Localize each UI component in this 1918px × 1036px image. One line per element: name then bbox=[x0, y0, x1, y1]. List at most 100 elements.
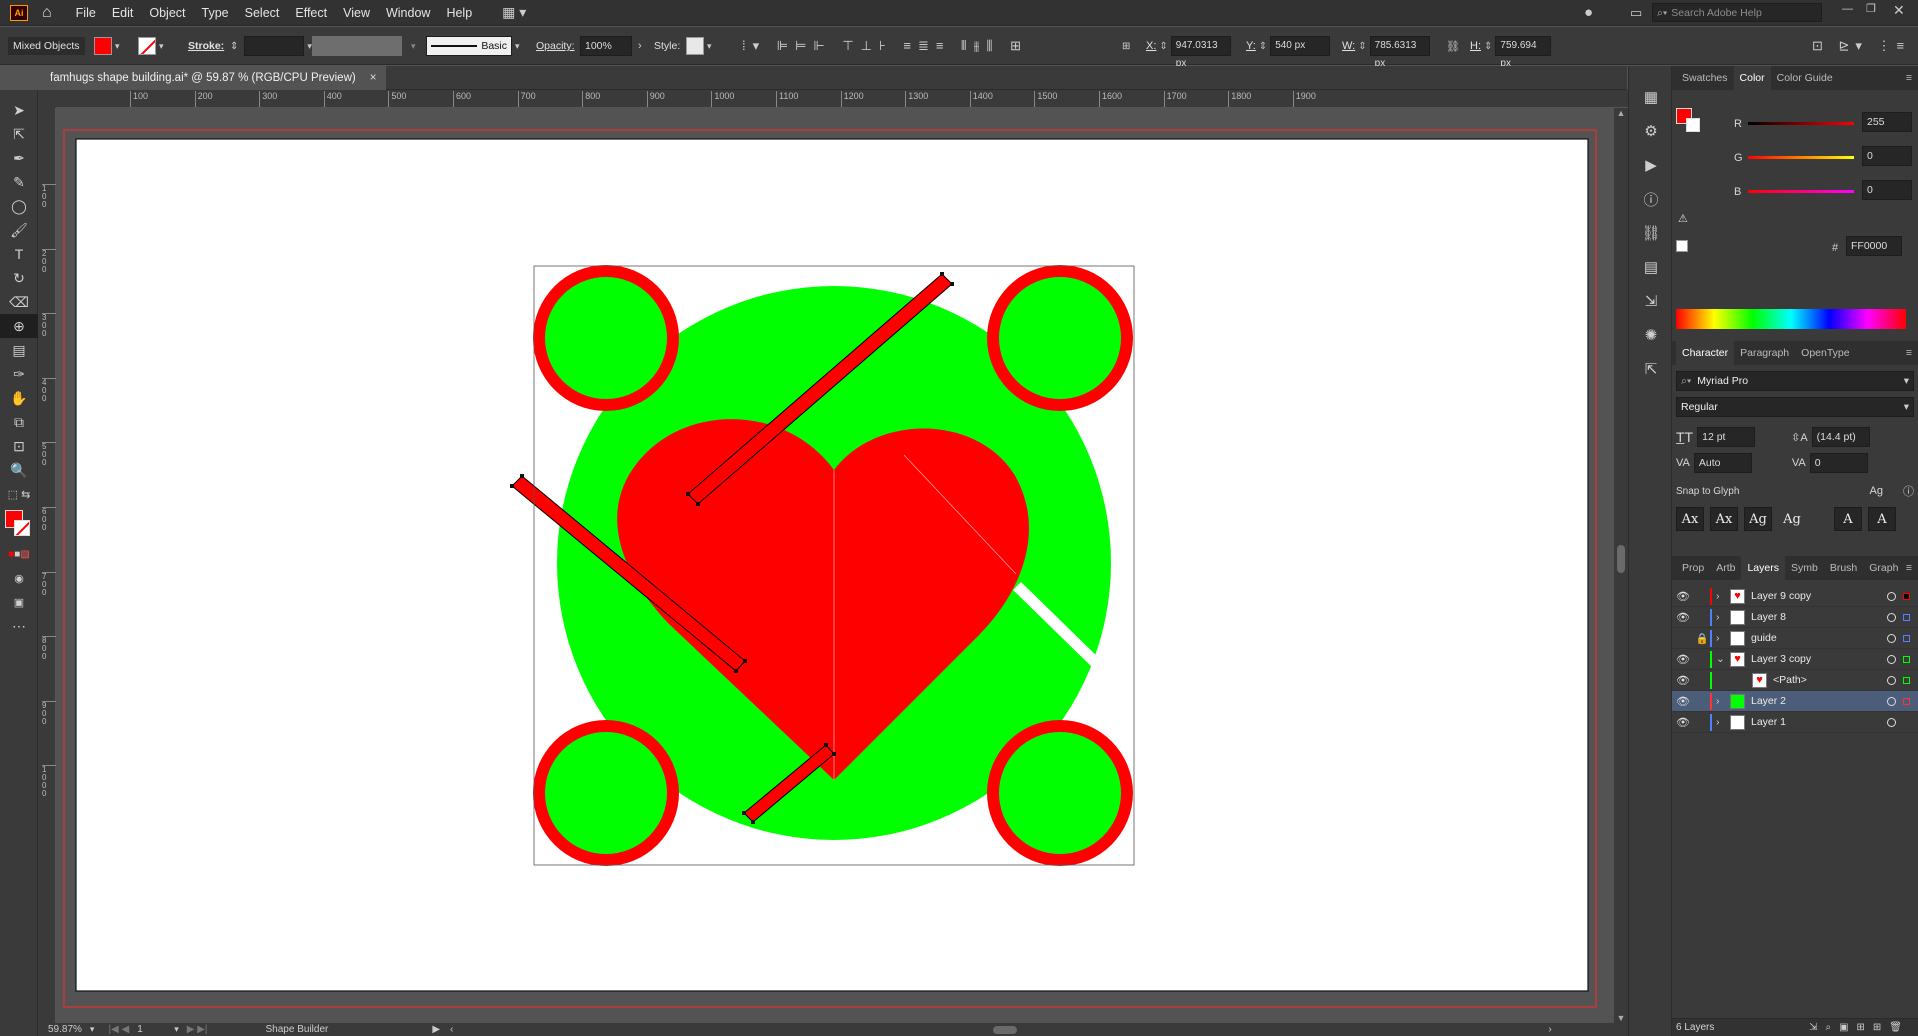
color-spectrum[interactable] bbox=[1676, 309, 1906, 329]
artboard-nav-icons[interactable]: |◀ ◀ bbox=[108, 1024, 129, 1035]
font-style-field[interactable]: Regular ▾ bbox=[1676, 397, 1914, 417]
b-slider[interactable] bbox=[1748, 190, 1854, 193]
corner-circle-bottom-right[interactable] bbox=[987, 720, 1133, 866]
g-field[interactable]: 0 bbox=[1862, 146, 1912, 166]
chevron-right-icon[interactable]: › bbox=[1716, 611, 1730, 623]
align-buttons[interactable]: ⁞▾ ⊫⊨⊩ ⊤⊥⊦ ≡≣≡ ⫴⫵⫼ ⊞ bbox=[742, 27, 1028, 65]
status-menu-icon[interactable]: ▶ bbox=[432, 1024, 440, 1035]
panel-menu-icon[interactable]: ≡ bbox=[1900, 66, 1918, 90]
fill-stroke-widget[interactable] bbox=[0, 506, 38, 542]
zoom-tool-icon[interactable]: 🔍 bbox=[0, 458, 38, 482]
r-slider[interactable] bbox=[1748, 122, 1854, 125]
tab-swatches[interactable]: Swatches bbox=[1676, 66, 1734, 90]
reference-point-icon[interactable]: ⊞ bbox=[1122, 41, 1130, 52]
lock-icon[interactable]: 🔒 bbox=[1694, 632, 1710, 645]
target-icon[interactable] bbox=[1887, 591, 1896, 601]
r-field[interactable]: 255 bbox=[1862, 112, 1912, 132]
graphic-style-swatch[interactable] bbox=[686, 37, 704, 55]
layer-row[interactable]: 👁 › Layer 8 bbox=[1672, 607, 1918, 628]
layer-name[interactable]: guide bbox=[1751, 632, 1777, 644]
menu-help[interactable]: Help bbox=[438, 0, 480, 26]
close-button[interactable]: ✕ bbox=[1893, 2, 1905, 19]
snap-angular-button[interactable]: A bbox=[1834, 507, 1862, 531]
export-icon[interactable]: ⇲ bbox=[1629, 284, 1673, 318]
visibility-eye-icon[interactable]: 👁 bbox=[1672, 653, 1694, 666]
chevron-down-icon[interactable]: ▾ bbox=[707, 41, 712, 52]
tab-layers[interactable]: Layers bbox=[1741, 556, 1785, 580]
transform-options-icons[interactable]: ⊡ ⊵▾ ⋮≡ bbox=[1812, 27, 1910, 65]
type-tool-icon[interactable]: T bbox=[0, 242, 38, 266]
out-of-gamut-icon[interactable]: ⚠ bbox=[1678, 212, 1688, 225]
layer-name[interactable]: Layer 9 copy bbox=[1751, 590, 1811, 602]
artboard-number-field[interactable]: 1 bbox=[137, 1024, 171, 1035]
selection-indicator[interactable] bbox=[1903, 697, 1910, 705]
actions-icon[interactable]: ▶ bbox=[1629, 148, 1673, 182]
target-icon[interactable] bbox=[1887, 654, 1896, 664]
artboard-tool-icon[interactable]: ⊡ bbox=[0, 434, 38, 458]
chevron-down-icon[interactable]: ▾ bbox=[90, 1024, 95, 1035]
default-colors-icon[interactable]: ⬚ ⇆ bbox=[0, 482, 38, 506]
document-info-icon[interactable]: ▤ bbox=[1629, 250, 1673, 284]
maximize-button[interactable]: ❐ bbox=[1866, 2, 1876, 15]
constrain-proportions-icon[interactable]: ⛓ bbox=[1446, 40, 1460, 53]
layer-name[interactable]: <Path> bbox=[1773, 674, 1807, 686]
vertical-scrollbar[interactable]: ▲ ▼ bbox=[1614, 108, 1628, 1023]
minimize-button[interactable]: — bbox=[1842, 3, 1853, 15]
scroll-down-icon[interactable]: ▼ bbox=[1614, 1013, 1628, 1023]
chevron-right-icon[interactable]: › bbox=[638, 40, 642, 52]
current-tool-label[interactable]: Shape Builder bbox=[266, 1024, 329, 1035]
selection-indicator[interactable] bbox=[1903, 592, 1910, 600]
tab-brush[interactable]: Brush bbox=[1824, 556, 1863, 580]
properties-icon[interactable]: ⚙ bbox=[1629, 114, 1673, 148]
panel-menu-icon[interactable]: ≡ bbox=[1900, 556, 1918, 580]
visibility-eye-icon[interactable]: 👁 bbox=[1672, 611, 1694, 624]
tab-color[interactable]: Color bbox=[1733, 66, 1771, 90]
y-field[interactable]: 540 px bbox=[1270, 36, 1331, 56]
ruler-origin[interactable] bbox=[38, 90, 56, 108]
draw-mode-icon[interactable]: ◉ bbox=[0, 566, 38, 590]
hex-field[interactable]: FF0000 bbox=[1846, 236, 1902, 256]
chevron-down-icon[interactable]: ▾ bbox=[515, 41, 520, 52]
opacity-field[interactable]: 100% bbox=[580, 36, 632, 56]
chevron-down-icon[interactable]: ▾ bbox=[115, 41, 120, 52]
zoom-field[interactable]: 59.87% bbox=[48, 1024, 82, 1035]
hscroll-thumb[interactable] bbox=[993, 1026, 1018, 1034]
tab-artb[interactable]: Artb bbox=[1710, 556, 1741, 580]
glyph-snap-options-icon[interactable]: Ag bbox=[1870, 485, 1883, 497]
menu-file[interactable]: File bbox=[68, 0, 104, 26]
snap-anchor-button[interactable]: A bbox=[1868, 507, 1896, 531]
canvas-area[interactable] bbox=[56, 108, 1614, 1023]
document-tab[interactable]: famhugs shape building.ai* @ 59.87 % (RG… bbox=[40, 65, 387, 90]
direct-selection-tool-icon[interactable]: ⇱ bbox=[0, 122, 38, 146]
selection-tool-icon[interactable]: ➤ bbox=[0, 98, 38, 122]
menu-effect[interactable]: Effect bbox=[287, 0, 335, 26]
chevron-down-icon[interactable]: ▾ bbox=[159, 41, 164, 52]
layer-row[interactable]: 👁 › Layer 2 bbox=[1672, 691, 1918, 712]
stroke-label[interactable]: Stroke: bbox=[188, 40, 224, 52]
snap-baseline-button[interactable]: Ax bbox=[1676, 507, 1704, 531]
tab-character[interactable]: Character bbox=[1676, 341, 1735, 365]
account-icon[interactable]: ● bbox=[1584, 4, 1593, 21]
ellipse-tool-icon[interactable]: ◯ bbox=[0, 194, 38, 218]
pen-tool-icon[interactable]: ✒ bbox=[0, 146, 38, 170]
visibility-eye-icon[interactable]: 👁 bbox=[1672, 695, 1694, 708]
stroke-stepper-icon[interactable]: ⇕ bbox=[230, 41, 238, 52]
target-icon[interactable] bbox=[1887, 696, 1896, 706]
opacity-label[interactable]: Opacity: bbox=[536, 40, 575, 52]
w-field[interactable]: 785.6313 px bbox=[1369, 36, 1430, 69]
home-icon[interactable]: ⌂ bbox=[42, 4, 52, 22]
kerning-field[interactable]: Auto bbox=[1693, 453, 1752, 473]
chevron-right-icon[interactable]: › bbox=[1716, 716, 1730, 728]
tab-symb[interactable]: Symb bbox=[1785, 556, 1824, 580]
chevron-down-icon[interactable]: ▾ bbox=[411, 41, 416, 52]
rotate-tool-icon[interactable]: ↻ bbox=[0, 266, 38, 290]
selection-indicator[interactable] bbox=[1903, 655, 1910, 663]
selection-indicator[interactable] bbox=[1903, 613, 1910, 621]
h-field[interactable]: 759.694 px bbox=[1495, 36, 1552, 69]
tab-color-guide[interactable]: Color Guide bbox=[1771, 66, 1839, 90]
paintbrush-tool-icon[interactable]: 🖌 bbox=[0, 218, 38, 242]
symbol-sprayer-tool-icon[interactable]: ⧉ bbox=[0, 410, 38, 434]
stroke-swatch[interactable] bbox=[138, 37, 156, 55]
none-swatch[interactable] bbox=[1676, 240, 1688, 252]
corner-circle-bottom-left[interactable] bbox=[533, 720, 679, 866]
